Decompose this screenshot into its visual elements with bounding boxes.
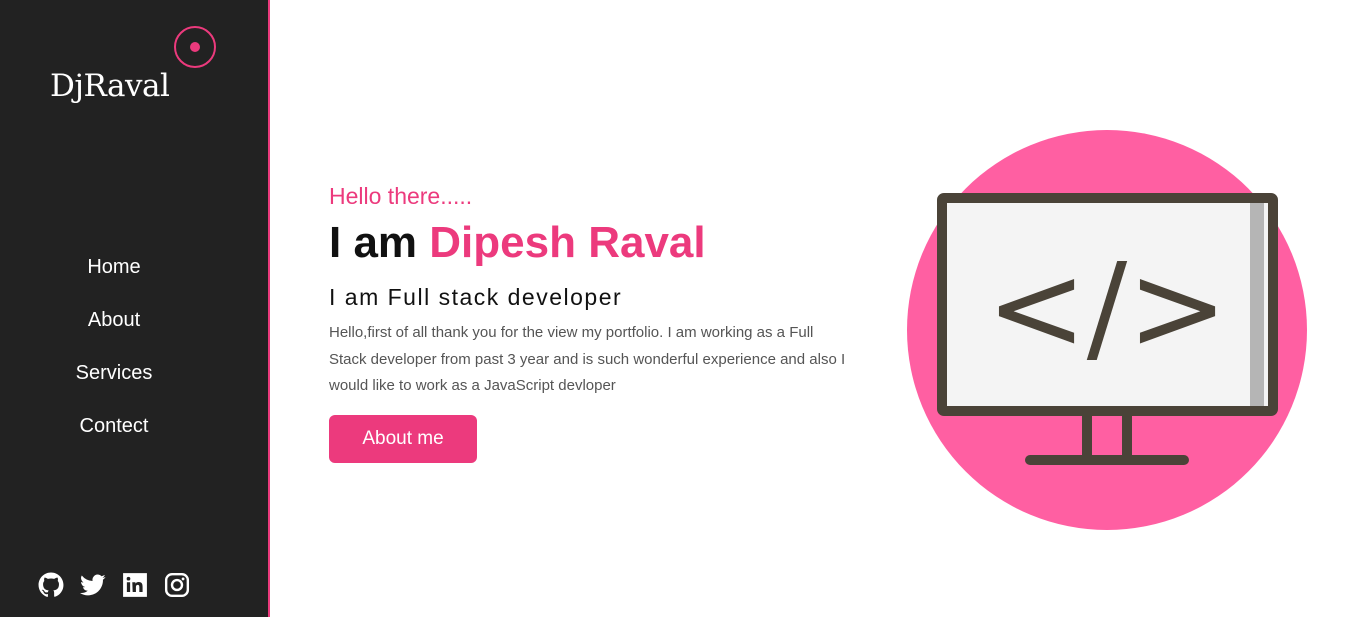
nav-item-about[interactable]: About <box>0 303 228 356</box>
social-links <box>38 572 190 598</box>
logo-text: DjRaval <box>50 68 170 104</box>
linkedin-icon[interactable] <box>122 572 148 598</box>
monitor-base <box>1025 455 1189 465</box>
description-text: Hello,first of all thank you for the vie… <box>329 324 846 394</box>
hero-section: Hello there..... I am Dipesh Raval I am … <box>329 178 869 463</box>
nav-item-services[interactable]: Services <box>0 356 228 409</box>
twitter-icon[interactable] <box>80 572 106 598</box>
monitor-stand-right <box>1122 415 1132 459</box>
developer-name: Dipesh Raval <box>429 218 706 267</box>
role-text: I am Full stack developer <box>329 284 623 310</box>
headline: I am Dipesh Raval <box>329 214 869 272</box>
monitor-code-icon: </> <box>907 130 1307 530</box>
monitor-stand-left <box>1082 415 1092 459</box>
about-me-button[interactable]: About me <box>329 414 477 463</box>
code-symbol: </> <box>986 239 1228 378</box>
headline-prefix: I am <box>329 218 430 267</box>
logo[interactable]: DjRaval <box>50 22 230 112</box>
sidebar: DjRaval Home About Services Contect <box>0 0 270 617</box>
main-nav: Home About Services Contect <box>0 250 228 462</box>
nav-item-contact[interactable]: Contect <box>0 409 228 462</box>
logo-dot-icon <box>190 42 200 52</box>
greeting-text: Hello there..... <box>329 183 473 209</box>
screen-shade <box>1250 203 1264 406</box>
nav-item-home[interactable]: Home <box>0 250 228 303</box>
instagram-icon[interactable] <box>164 572 190 598</box>
github-icon[interactable] <box>38 572 64 598</box>
